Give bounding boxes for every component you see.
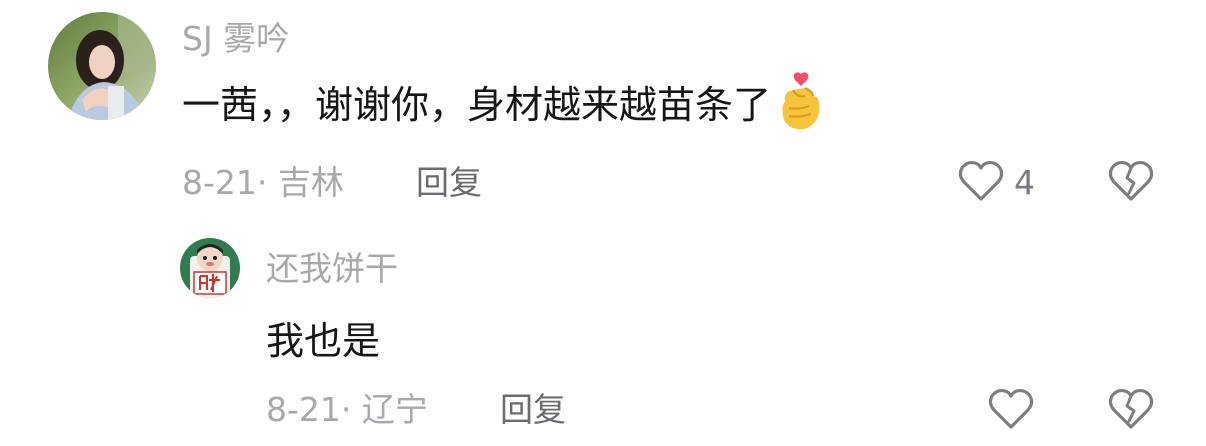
comment-date-location: 8-21· 吉林	[182, 163, 344, 202]
reply-username[interactable]: 还我饼干	[266, 252, 398, 285]
finger-heart-icon	[779, 72, 823, 138]
reply-avatar[interactable]	[180, 238, 240, 298]
avatar-cartoon	[180, 238, 240, 298]
avatar-photo	[48, 12, 156, 120]
commenter-avatar[interactable]	[48, 12, 156, 120]
reply-text: 我也是	[266, 319, 381, 363]
heart-outline-icon	[958, 160, 1004, 201]
broken-heart-icon	[1108, 160, 1154, 201]
comment-body: 一茜，，谢谢你，身材越来越苗条了	[182, 83, 772, 127]
reply-like-button[interactable]	[988, 387, 1034, 431]
reply-dislike-button[interactable]	[1108, 387, 1154, 431]
reply-date-location: 8-21· 辽宁	[266, 390, 428, 429]
comment-text: 一茜，，谢谢你，身材越来越苗条了	[182, 72, 823, 130]
comment-reply-button[interactable]: 回复	[416, 166, 482, 199]
reply-reply-button[interactable]: 回复	[500, 393, 566, 426]
comment-like-count: 4	[1014, 163, 1035, 202]
comment-like-button[interactable]	[958, 159, 1004, 203]
commenter-username[interactable]: SJ 雾吟	[182, 22, 289, 55]
comment-dislike-button[interactable]	[1108, 159, 1154, 203]
heart-outline-icon	[988, 388, 1034, 429]
broken-heart-icon	[1108, 388, 1154, 429]
